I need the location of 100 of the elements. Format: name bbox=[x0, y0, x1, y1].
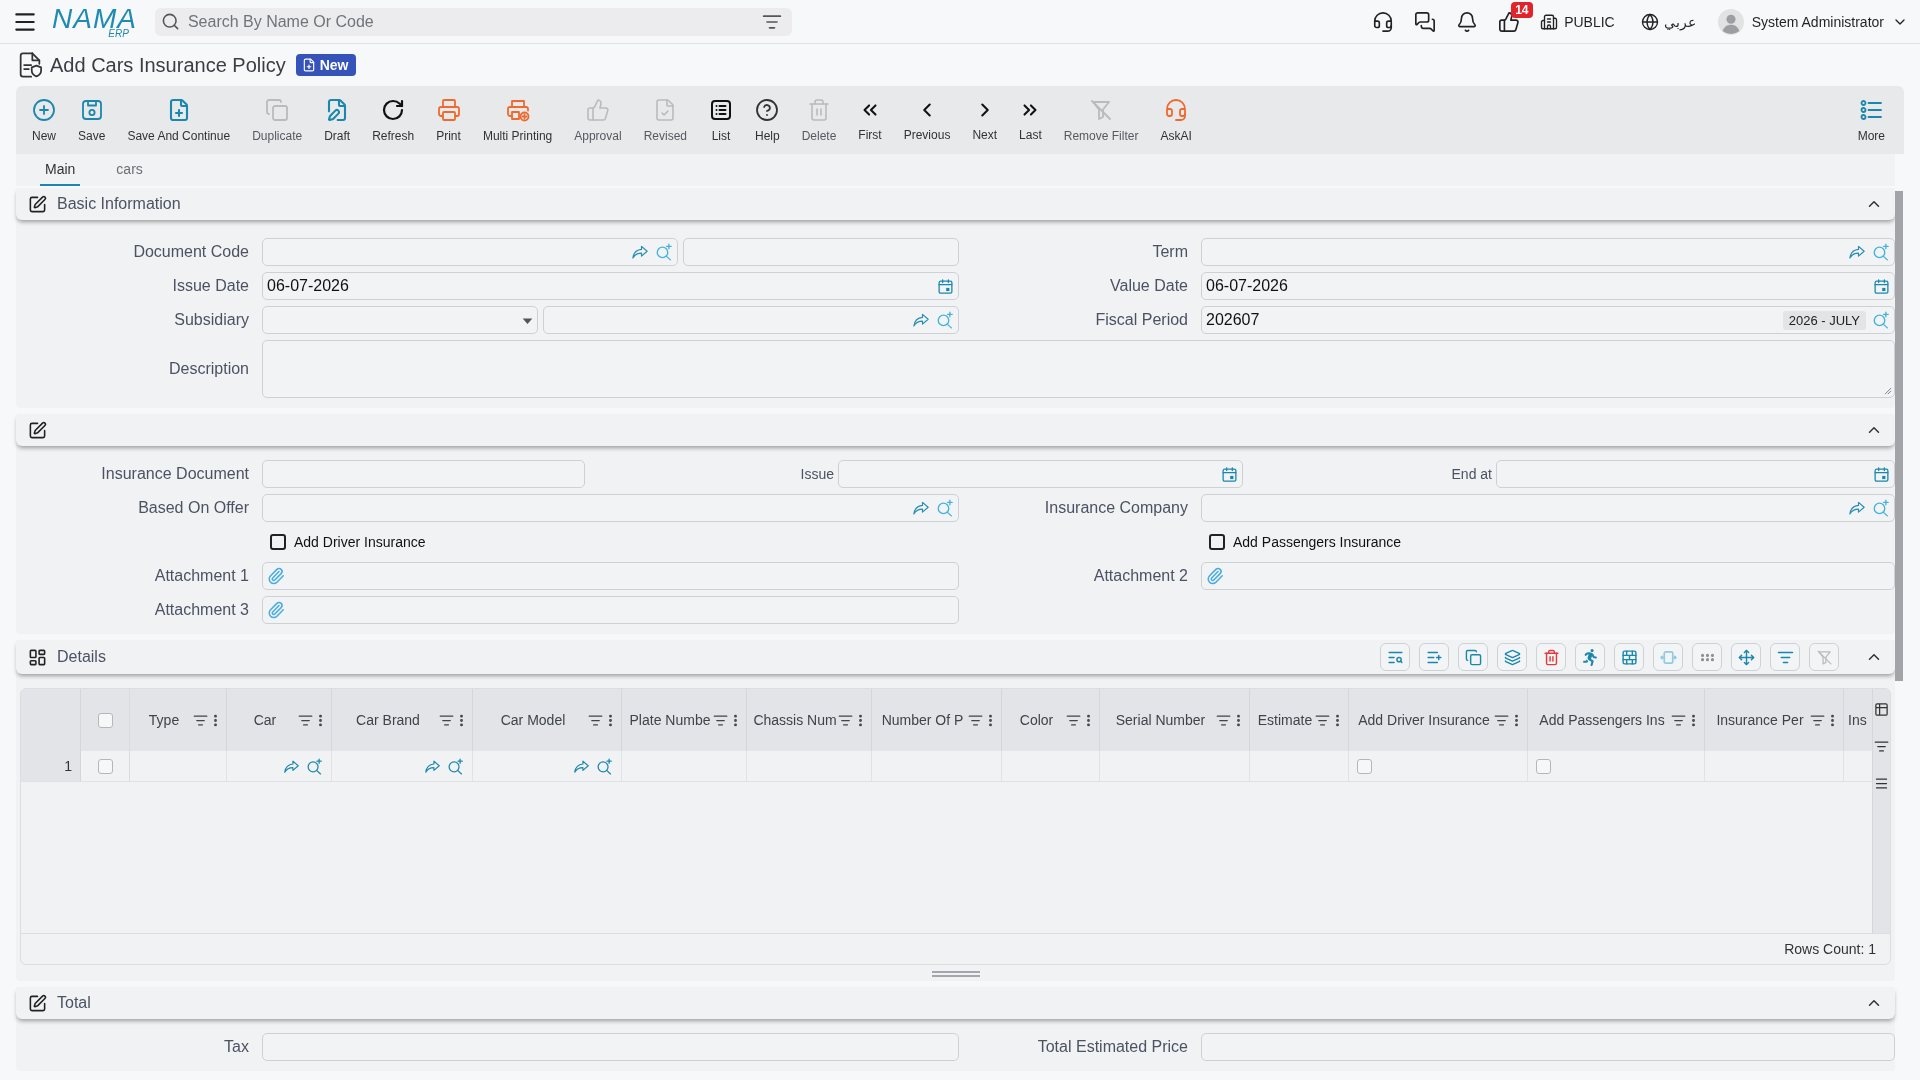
paperclip-icon[interactable] bbox=[267, 601, 285, 619]
column-filter-icon[interactable] bbox=[1066, 712, 1081, 728]
forward-arrow-icon[interactable] bbox=[1848, 243, 1866, 261]
columns-panel-icon[interactable] bbox=[1874, 702, 1889, 717]
search-plus-icon[interactable] bbox=[1872, 243, 1890, 261]
last-button[interactable]: Last bbox=[1008, 86, 1053, 154]
search-plus-icon[interactable] bbox=[936, 499, 954, 517]
column-filter-icon[interactable] bbox=[713, 712, 728, 728]
search-rows-button[interactable] bbox=[1380, 643, 1410, 671]
attachment-field[interactable] bbox=[1201, 562, 1895, 590]
calendar-icon[interactable] bbox=[1221, 465, 1238, 483]
lookup-field[interactable] bbox=[543, 306, 959, 334]
column-filter-icon[interactable] bbox=[1494, 712, 1509, 728]
row-checkbox[interactable] bbox=[97, 758, 113, 774]
save-and-continue-button[interactable]: Save And Continue bbox=[116, 86, 242, 154]
column-filter-icon[interactable] bbox=[1216, 712, 1231, 728]
date-field[interactable] bbox=[1496, 460, 1895, 488]
column-filter-icon[interactable] bbox=[588, 712, 603, 728]
field-label: Tax bbox=[224, 1038, 249, 1056]
first-button[interactable]: First bbox=[847, 86, 893, 154]
more-button[interactable]: More bbox=[1846, 86, 1896, 154]
delete-row-button[interactable] bbox=[1536, 643, 1566, 671]
forward-arrow-icon[interactable] bbox=[912, 499, 930, 517]
search-plus-icon[interactable] bbox=[447, 757, 464, 775]
next-button[interactable]: Next bbox=[961, 86, 1009, 154]
lookup-field[interactable] bbox=[262, 238, 678, 266]
period-field[interactable]: 202607 2026 - JULY bbox=[1201, 306, 1895, 334]
lookup-field[interactable] bbox=[1201, 494, 1895, 522]
search-plus-icon[interactable] bbox=[1872, 311, 1890, 329]
column-filter-icon[interactable] bbox=[439, 712, 454, 728]
calendar-icon[interactable] bbox=[937, 277, 954, 295]
menu-icon[interactable] bbox=[1874, 776, 1889, 791]
move-button[interactable] bbox=[1731, 643, 1761, 671]
headset-icon[interactable] bbox=[1372, 10, 1395, 33]
ask-ai-button[interactable]: AskAI bbox=[1149, 86, 1203, 154]
search-plus-icon[interactable] bbox=[936, 311, 954, 329]
date-field[interactable]: 06-07-2026 bbox=[1201, 272, 1895, 300]
checkbox[interactable] bbox=[270, 534, 286, 550]
save-button[interactable]: Save bbox=[67, 86, 117, 154]
field-label: Insurance Company bbox=[1044, 499, 1188, 517]
search-plus-icon[interactable] bbox=[306, 757, 323, 775]
text-field[interactable] bbox=[262, 460, 585, 488]
text-field[interactable] bbox=[683, 238, 959, 266]
filter-panel-icon[interactable] bbox=[1874, 739, 1889, 754]
column-filter-icon[interactable] bbox=[298, 712, 313, 728]
list-button[interactable]: List bbox=[698, 86, 744, 154]
layers-button[interactable] bbox=[1497, 643, 1527, 671]
text-field[interactable] bbox=[262, 1033, 959, 1061]
search-plus-icon[interactable] bbox=[655, 243, 673, 261]
paperclip-icon[interactable] bbox=[267, 567, 285, 585]
column-filter-icon[interactable] bbox=[1671, 712, 1686, 728]
scrollbar-thumb[interactable] bbox=[1895, 191, 1903, 681]
column-filter-icon[interactable] bbox=[193, 712, 208, 728]
description-field[interactable] bbox=[262, 340, 1895, 398]
add-row-button[interactable] bbox=[1419, 643, 1449, 671]
tab[interactable]: cars bbox=[111, 154, 148, 186]
lookup-field[interactable] bbox=[1201, 238, 1895, 266]
forward-arrow-icon[interactable] bbox=[631, 243, 649, 261]
filter-button[interactable] bbox=[1770, 643, 1800, 671]
select-all-checkbox[interactable] bbox=[97, 712, 113, 728]
new-button[interactable]: New bbox=[21, 86, 67, 154]
refresh-button[interactable]: Refresh bbox=[361, 86, 426, 154]
date-field[interactable]: 06-07-2026 bbox=[262, 272, 959, 300]
dots-button[interactable] bbox=[1692, 643, 1722, 671]
column-filter-icon[interactable] bbox=[838, 712, 853, 728]
workspace-button[interactable]: PUBLIC bbox=[1540, 12, 1615, 31]
text-field[interactable] bbox=[1201, 1033, 1895, 1061]
language-button[interactable]: عربي bbox=[1640, 12, 1696, 31]
cell-checkbox[interactable] bbox=[1357, 758, 1372, 774]
forward-arrow-icon[interactable] bbox=[1848, 499, 1866, 517]
draft-button[interactable]: Draft bbox=[313, 86, 362, 154]
search-field[interactable]: Search By Name Or Code bbox=[154, 7, 792, 36]
checkbox[interactable] bbox=[1209, 534, 1225, 550]
attachment-field[interactable] bbox=[262, 562, 959, 590]
date-field[interactable] bbox=[838, 460, 1243, 488]
resize-handle[interactable] bbox=[931, 971, 980, 977]
help-button[interactable]: Help bbox=[744, 86, 791, 154]
search-plus-icon[interactable] bbox=[596, 757, 613, 775]
cell-checkbox[interactable] bbox=[1536, 758, 1551, 774]
chat-icon[interactable] bbox=[1414, 10, 1437, 33]
copy-row-button[interactable] bbox=[1458, 643, 1488, 671]
multi-print-button[interactable]: Multi Printing bbox=[471, 86, 564, 154]
forward-arrow-icon[interactable] bbox=[912, 311, 930, 329]
dropdown-field[interactable] bbox=[262, 306, 538, 334]
run-button[interactable] bbox=[1575, 643, 1605, 671]
bell-icon[interactable] bbox=[1456, 10, 1479, 33]
tab[interactable]: Main bbox=[40, 154, 81, 186]
user-menu-button[interactable]: System Administrator bbox=[1717, 8, 1908, 35]
column-filter-icon[interactable] bbox=[1810, 712, 1825, 728]
column-filter-icon[interactable] bbox=[1315, 712, 1330, 728]
paperclip-icon[interactable] bbox=[1206, 567, 1224, 585]
attachment-field[interactable] bbox=[262, 596, 959, 624]
previous-button[interactable]: Previous bbox=[892, 86, 962, 154]
search-plus-icon[interactable] bbox=[1872, 499, 1890, 517]
calendar-icon[interactable] bbox=[1873, 465, 1890, 483]
lookup-field[interactable] bbox=[262, 494, 959, 522]
column-filter-icon[interactable] bbox=[968, 712, 983, 728]
print-button[interactable]: Print bbox=[425, 86, 472, 154]
grid-layout-button[interactable] bbox=[1614, 643, 1644, 671]
calendar-icon[interactable] bbox=[1873, 277, 1890, 295]
